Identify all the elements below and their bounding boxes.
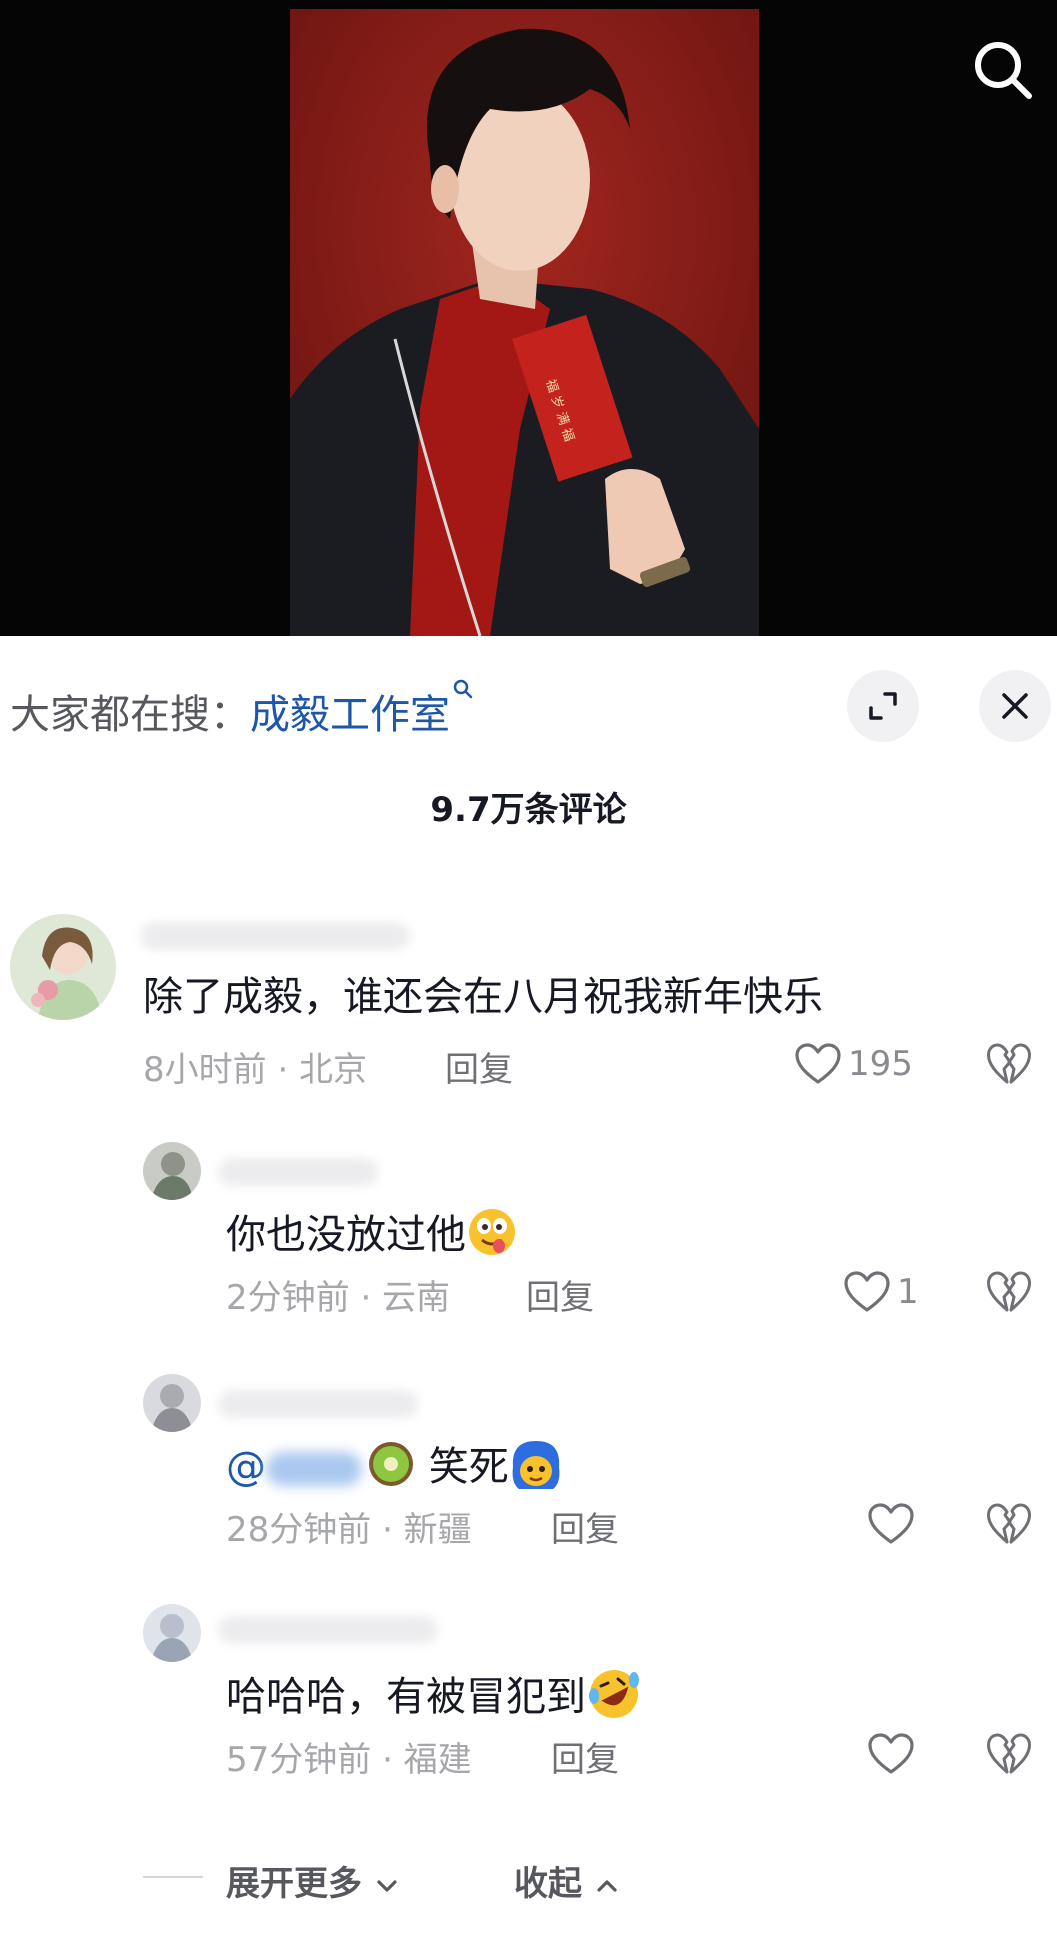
like-count: 1 (897, 1272, 919, 1312)
reply-comment-item: 你也没放过他 2分钟前 · 云南 回复 1 (0, 1142, 1057, 1342)
comment-sheet: 大家都在搜：成毅工作室 9.7万条评论 除了成毅，谁还会在八月祝我新年快乐 8小… (0, 636, 1057, 1960)
comment-text: 你也没放过他 (226, 1202, 518, 1268)
heart-icon (844, 1271, 890, 1312)
comment-text: @ 笑死 (226, 1434, 563, 1501)
reply-comment-item: 哈哈哈，有被冒犯到 57分钟前 · 福建 回复 (0, 1604, 1057, 1804)
broken-heart-icon (987, 1043, 1031, 1084)
broken-heart-icon (987, 1271, 1031, 1312)
like-button[interactable]: 1 (843, 1270, 919, 1314)
username-blurred[interactable] (218, 1158, 378, 1186)
close-icon (1002, 693, 1028, 719)
comment-time-location: 8小时前 · 北京 (143, 1050, 368, 1090)
search-button[interactable] (971, 38, 1035, 102)
broken-heart-icon (987, 1733, 1031, 1774)
video-frame-photo: 福 岁 满 福 (290, 9, 759, 636)
avatar[interactable] (10, 914, 116, 1020)
divider-line (143, 1876, 203, 1878)
username-blurred[interactable] (218, 1616, 438, 1644)
reply-button[interactable]: 回复 (445, 1042, 513, 1091)
expand-icon (869, 692, 897, 720)
reply-comment-item: @ 笑死 28分钟前 · 新疆 回复 (0, 1374, 1057, 1574)
trending-search-bar[interactable]: 大家都在搜：成毅工作室 (10, 679, 474, 740)
close-button[interactable] (979, 670, 1051, 742)
dislike-button[interactable] (986, 1042, 1032, 1090)
rolling-laughing-emoji (586, 1666, 642, 1732)
chevron-down-icon (377, 1879, 397, 1892)
dislike-button[interactable] (986, 1732, 1032, 1780)
comment-text: 除了成毅，谁还会在八月祝我新年快乐 (143, 974, 823, 1020)
search-icon (975, 42, 1032, 99)
dislike-button[interactable] (986, 1270, 1032, 1318)
comment-time-location: 57分钟前 · 福建 (226, 1740, 472, 1780)
blue-hair-face-emoji (509, 1437, 563, 1501)
comment-count: 9.7万条评论 (430, 790, 627, 830)
dislike-button[interactable] (986, 1502, 1032, 1550)
mention-prefix[interactable]: @ (226, 1444, 266, 1490)
avatar[interactable] (143, 1374, 201, 1432)
drooling-face-emoji (466, 1206, 518, 1268)
trending-prefix: 大家都在搜： (10, 692, 250, 738)
comment-time-location: 28分钟前 · 新疆 (226, 1510, 472, 1550)
comment-time-location: 2分钟前 · 云南 (226, 1278, 451, 1318)
heart-icon (868, 1503, 914, 1544)
mention-blurred[interactable] (266, 1452, 362, 1486)
trending-keyword-link[interactable]: 成毅工作室 (250, 692, 450, 738)
reply-button[interactable]: 回复 (551, 1732, 619, 1781)
like-button[interactable] (867, 1732, 921, 1776)
username-blurred[interactable] (218, 1390, 418, 1418)
broken-heart-icon (987, 1503, 1031, 1544)
like-button[interactable] (867, 1502, 921, 1546)
like-button[interactable]: 195 (794, 1042, 913, 1086)
collapse-button[interactable]: 收起 (514, 1856, 620, 1905)
username-blurred[interactable] (140, 922, 410, 950)
heart-icon (795, 1043, 841, 1084)
comment-text: 哈哈哈，有被冒犯到 (226, 1664, 642, 1732)
chevron-up-icon (597, 1879, 617, 1892)
comment-item: 除了成毅，谁还会在八月祝我新年快乐 8小时前 · 北京 回复 195 (0, 914, 1057, 1114)
avatar[interactable] (143, 1604, 201, 1662)
like-count: 195 (848, 1044, 913, 1084)
reply-button[interactable]: 回复 (551, 1502, 619, 1551)
replies-toggle-row: 展开更多 收起 (0, 1846, 1057, 1906)
video-player[interactable]: 福 岁 满 福 (0, 0, 1057, 636)
reply-button[interactable]: 回复 (526, 1270, 594, 1319)
expand-button[interactable] (847, 670, 919, 742)
search-small-icon (453, 679, 473, 699)
heart-icon (868, 1733, 914, 1774)
kiwi-emoji (366, 1439, 416, 1499)
avatar[interactable] (143, 1142, 201, 1200)
expand-more-button[interactable]: 展开更多 (226, 1856, 400, 1905)
